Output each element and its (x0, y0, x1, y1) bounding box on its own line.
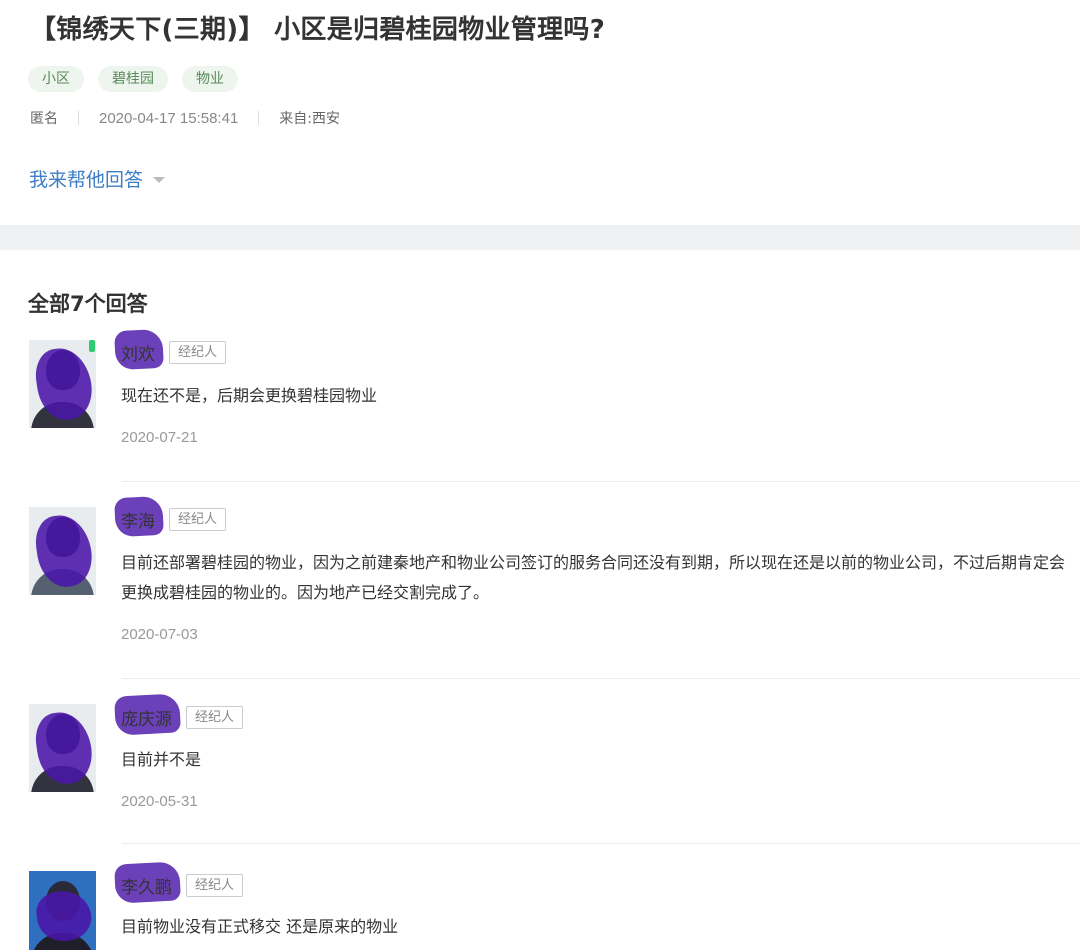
answer-content: 目前物业没有正式移交 还是原来的物业 (121, 917, 399, 936)
caret-down-icon (153, 176, 166, 183)
agent-badge: 经纪人 (169, 508, 227, 531)
answer-author-name[interactable]: 刘欢 (114, 328, 164, 371)
meta-divider (258, 111, 260, 125)
answer-content: 目前还部署碧桂园的物业，因为之前建秦地产和物业公司签订的服务合同还没有到期，所以… (121, 553, 1066, 602)
answer-divider (122, 678, 1080, 679)
question-author: 匿名 (30, 111, 58, 127)
tag-item[interactable]: 碧桂园 (98, 66, 168, 92)
answer-author-text: 李久鹏 (121, 878, 172, 898)
answer-author-row: 刘欢 经纪人 (114, 328, 227, 371)
section-divider (0, 225, 1080, 250)
tag-item[interactable]: 小区 (28, 66, 84, 92)
answer-content: 目前并不是 (121, 750, 202, 769)
answer-author-name[interactable]: 庞庆源 (114, 693, 181, 736)
agent-badge: 经纪人 (186, 874, 244, 897)
answer-divider (122, 481, 1080, 482)
question-title: 【锦绣天下(三期)】 小区是归碧桂园物业管理吗? (30, 15, 606, 45)
help-answer-label: 我来帮他回答 (29, 169, 144, 191)
tag-item[interactable]: 物业 (182, 66, 238, 92)
answer-author-text: 李海 (121, 512, 155, 532)
answer-author-row: 庞庆源 经纪人 (114, 693, 244, 736)
answer-date: 2020-07-21 (121, 429, 198, 446)
avatar[interactable] (29, 871, 96, 950)
answer-author-row: 李海 经纪人 (114, 495, 227, 538)
question-meta: 匿名 2020-04-17 15:58:41 来自:西安 (30, 108, 340, 128)
answer-divider (122, 843, 1080, 844)
answer-author-name[interactable]: 李久鹏 (114, 861, 181, 904)
answers-heading: 全部7个回答 (28, 292, 148, 316)
agent-badge: 经纪人 (169, 341, 227, 364)
tag-list: 小区 碧桂园 物业 (28, 66, 252, 92)
answer-content: 现在还不是，后期会更换碧桂园物业 (121, 386, 378, 405)
answer-author-text: 庞庆源 (121, 710, 172, 730)
help-answer-button[interactable]: 我来帮他回答 (29, 165, 166, 192)
answer-author-row: 李久鹏 经纪人 (114, 861, 244, 904)
meta-divider (78, 111, 79, 125)
answer-date: 2020-07-03 (121, 626, 198, 643)
question-location: 来自:西安 (279, 111, 341, 127)
avatar[interactable] (29, 340, 96, 428)
answer-date: 2020-05-31 (121, 793, 198, 810)
online-indicator (89, 340, 95, 352)
question-time: 2020-04-17 15:58:41 (99, 109, 239, 127)
answer-author-name[interactable]: 李海 (114, 495, 164, 538)
avatar[interactable] (29, 507, 96, 595)
redaction-mark (33, 887, 95, 945)
question-header: 【锦绣天下(三期)】 小区是归碧桂园物业管理吗? 小区 碧桂园 物业 匿名 20… (0, 0, 1080, 225)
agent-badge: 经纪人 (186, 706, 244, 729)
answer-author-text: 刘欢 (121, 345, 155, 365)
avatar[interactable] (29, 704, 96, 792)
